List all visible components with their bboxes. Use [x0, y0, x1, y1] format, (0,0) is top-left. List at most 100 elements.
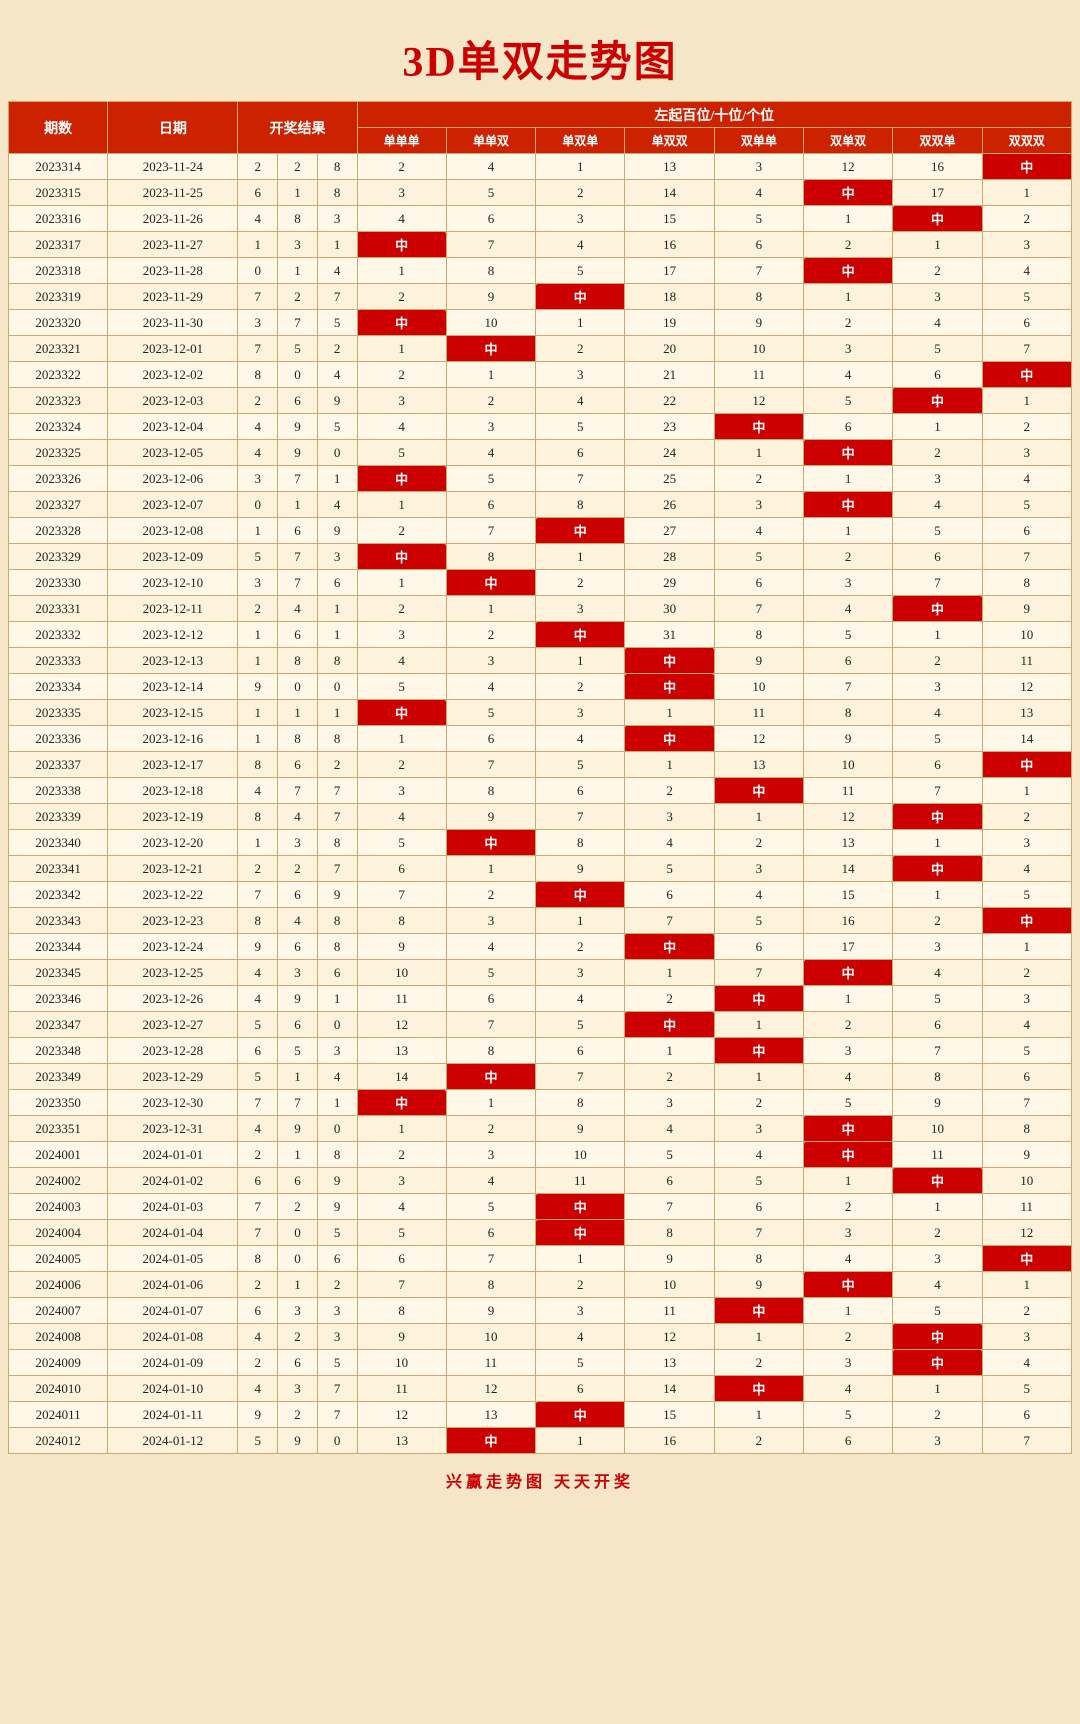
table-cell: 5: [317, 1220, 357, 1246]
table-row: 20233332023-12-13188431中96211: [9, 648, 1072, 674]
table-cell: 3: [536, 206, 625, 232]
table-row: 20233382023-12-184773862中1171: [9, 778, 1072, 804]
table-cell: 2: [238, 856, 278, 882]
col-sdd-header: 单双双: [625, 128, 714, 154]
cell-date: 2023-12-21: [108, 856, 238, 882]
table-cell: 8: [317, 1142, 357, 1168]
table-cell: 1: [357, 1116, 446, 1142]
table-cell: 5: [804, 622, 893, 648]
table-cell: 16: [804, 908, 893, 934]
table-cell: 4: [982, 856, 1071, 882]
table-cell: 2: [238, 1350, 278, 1376]
table-cell: 中: [804, 1116, 893, 1142]
table-row: 20233432023-12-2384883175162中: [9, 908, 1072, 934]
table-cell: 31: [625, 622, 714, 648]
table-body: 20233142023-11-242282411331216中202331520…: [9, 154, 1072, 1454]
table-cell: 13: [714, 752, 803, 778]
table-cell: 6: [804, 414, 893, 440]
table-cell: 1: [357, 570, 446, 596]
cell-qishu: 2024002: [9, 1168, 108, 1194]
table-row: 20233342023-12-14900542中107312: [9, 674, 1072, 700]
cell-date: 2023-12-01: [108, 336, 238, 362]
cell-qishu: 2023318: [9, 258, 108, 284]
table-cell: 3: [317, 1298, 357, 1324]
cell-date: 2023-12-27: [108, 1012, 238, 1038]
table-cell: 中: [893, 596, 982, 622]
table-cell: 3: [278, 960, 318, 986]
table-cell: 1: [278, 258, 318, 284]
table-cell: 9: [238, 1402, 278, 1428]
table-cell: 5: [317, 414, 357, 440]
cell-qishu: 2023332: [9, 622, 108, 648]
table-cell: 1: [893, 1376, 982, 1402]
table-cell: 28: [625, 544, 714, 570]
table-cell: 3: [804, 1220, 893, 1246]
table-cell: 8: [446, 1038, 535, 1064]
table-cell: 4: [357, 648, 446, 674]
cell-date: 2023-12-06: [108, 466, 238, 492]
table-cell: 1: [893, 622, 982, 648]
table-cell: 8: [357, 908, 446, 934]
table-cell: 11: [804, 778, 893, 804]
table-cell: 7: [317, 856, 357, 882]
cell-qishu: 2023346: [9, 986, 108, 1012]
table-cell: 1: [625, 1038, 714, 1064]
table-cell: 中: [357, 544, 446, 570]
table-cell: 11: [446, 1350, 535, 1376]
table-cell: 7: [446, 1246, 535, 1272]
table-cell: 15: [625, 206, 714, 232]
table-row: 20233252023-12-05490546241中23: [9, 440, 1072, 466]
table-cell: 中: [714, 414, 803, 440]
table-cell: 中: [446, 570, 535, 596]
table-cell: 10: [714, 336, 803, 362]
table-cell: 中: [536, 284, 625, 310]
table-cell: 4: [893, 960, 982, 986]
cell-qishu: 2023327: [9, 492, 108, 518]
table-cell: 5: [278, 336, 318, 362]
table-cell: 1: [714, 804, 803, 830]
table-row: 20233502023-12-30771中1832597: [9, 1090, 1072, 1116]
table-cell: 2: [804, 1194, 893, 1220]
table-cell: 1: [446, 1090, 535, 1116]
table-cell: 1: [536, 648, 625, 674]
table-cell: 中: [893, 856, 982, 882]
table-cell: 2: [357, 1142, 446, 1168]
table-cell: 9: [446, 804, 535, 830]
table-cell: 5: [625, 1142, 714, 1168]
table-cell: 6: [278, 388, 318, 414]
table-cell: 5: [357, 830, 446, 856]
table-cell: 7: [278, 1090, 318, 1116]
table-row: 20233212023-12-017521中22010357: [9, 336, 1072, 362]
table-cell: 6: [278, 934, 318, 960]
table-cell: 7: [238, 1220, 278, 1246]
table-cell: 17: [804, 934, 893, 960]
cell-date: 2023-12-16: [108, 726, 238, 752]
table-cell: 0: [317, 440, 357, 466]
table-row: 20233272023-12-07014168263中45: [9, 492, 1072, 518]
cell-qishu: 2023343: [9, 908, 108, 934]
table-cell: 12: [357, 1012, 446, 1038]
table-cell: 4: [804, 362, 893, 388]
table-cell: 6: [278, 882, 318, 908]
table-cell: 8: [238, 752, 278, 778]
table-cell: 中: [536, 1402, 625, 1428]
col-ssd-header: 单单双: [446, 128, 535, 154]
table-cell: 3: [238, 570, 278, 596]
table-cell: 8: [317, 934, 357, 960]
table-row: 20240112024-01-119271213中151526: [9, 1402, 1072, 1428]
table-row: 20233482023-12-2865313861中375: [9, 1038, 1072, 1064]
table-cell: 3: [893, 674, 982, 700]
table-cell: 5: [893, 986, 982, 1012]
cell-qishu: 2023347: [9, 1012, 108, 1038]
table-cell: 7: [238, 882, 278, 908]
cell-date: 2023-12-12: [108, 622, 238, 648]
table-cell: 3: [893, 934, 982, 960]
table-cell: 2: [536, 180, 625, 206]
table-cell: 1: [536, 310, 625, 336]
table-cell: 9: [278, 414, 318, 440]
table-cell: 9: [982, 1142, 1071, 1168]
table-cell: 3: [804, 570, 893, 596]
table-cell: 1: [804, 1298, 893, 1324]
table-cell: 0: [278, 1220, 318, 1246]
table-cell: 中: [536, 518, 625, 544]
